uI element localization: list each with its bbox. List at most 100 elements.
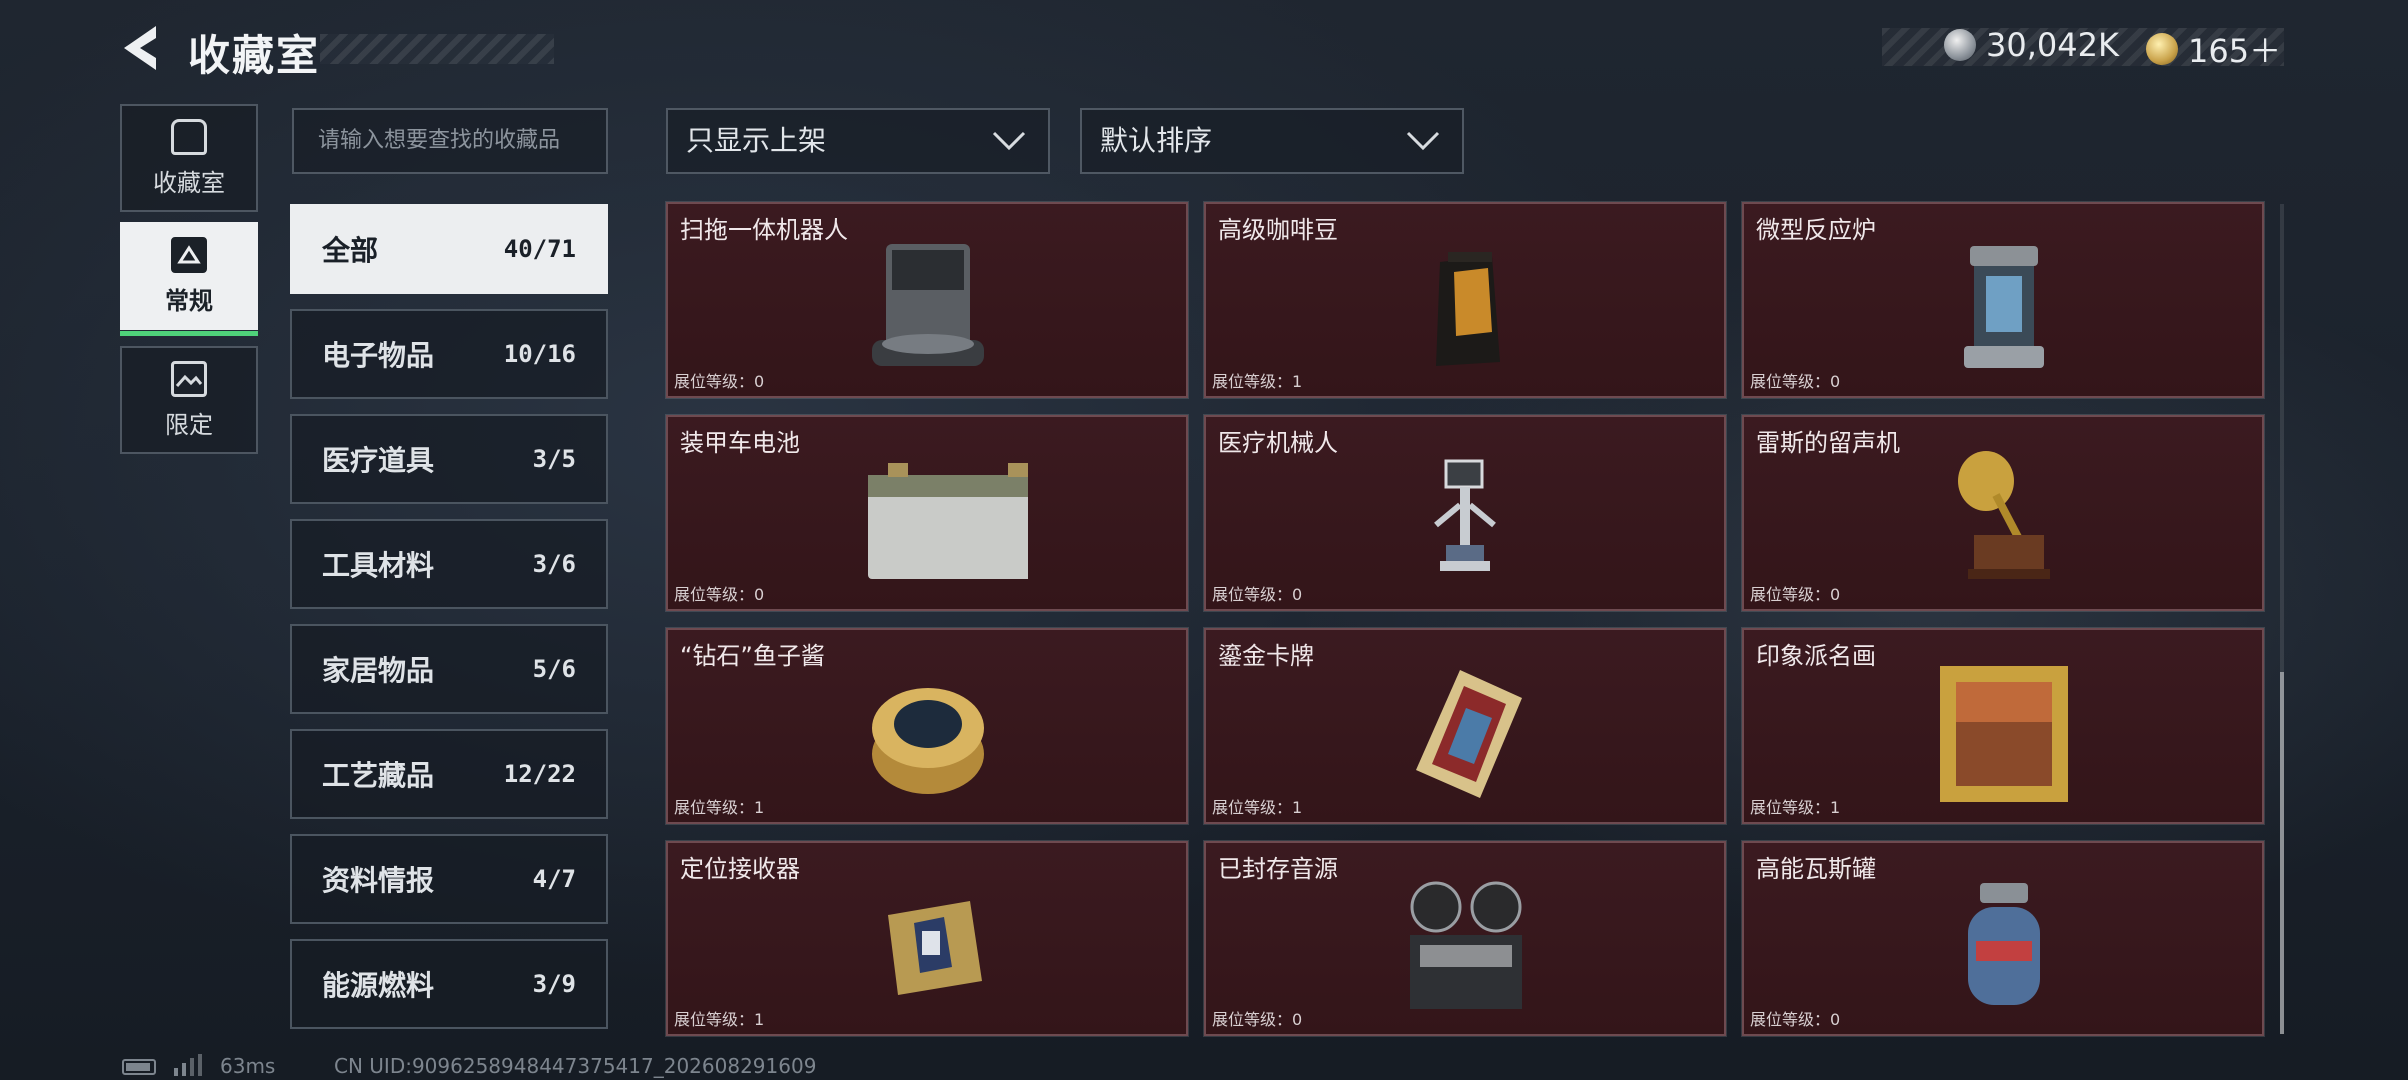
category-name: 电子物品	[322, 339, 435, 372]
category-name: 能源燃料	[322, 969, 435, 1002]
robot-vacuum-icon	[872, 244, 984, 366]
reactor-icon	[1964, 246, 2044, 368]
item-card[interactable]: “钻石”鱼子酱 展位等级：1	[665, 627, 1189, 825]
item-level: 展位等级：1	[1212, 798, 1303, 817]
item-level: 展位等级：1	[674, 1010, 765, 1029]
category-name: 家居物品	[322, 654, 435, 687]
side-tab-label: 收藏室	[153, 168, 225, 197]
ping-text: 63ms	[220, 1054, 276, 1078]
gold-coin-icon	[2146, 33, 2178, 65]
category-crafts[interactable]: 工艺藏品 12/22	[290, 729, 608, 819]
category-electronics[interactable]: 电子物品 10/16	[290, 309, 608, 399]
category-count: 4/7	[532, 865, 576, 893]
item-card[interactable]: 定位接收器 展位等级：1	[665, 840, 1189, 1037]
category-energy[interactable]: 能源燃料 3/9	[290, 939, 608, 1029]
currency-gold-value: 165＋	[2188, 32, 2282, 70]
item-name: 扫拖一体机器人	[680, 216, 848, 244]
item-card[interactable]: 印象派名画 展位等级：1	[1741, 627, 2265, 825]
back-arrow-icon	[124, 26, 156, 70]
category-name: 医疗道具	[322, 444, 435, 477]
picture-icon	[171, 360, 207, 397]
search-input[interactable]: 请输入想要查找的收藏品	[292, 108, 608, 174]
category-count: 10/16	[503, 340, 576, 368]
item-name: 雷斯的留声机	[1756, 429, 1900, 457]
item-name: 印象派名画	[1756, 642, 1876, 670]
grid-scrollbar-thumb[interactable]	[2280, 672, 2284, 1034]
category-name: 全部	[322, 234, 379, 267]
back-button[interactable]	[116, 20, 172, 76]
medical-robot-icon	[1434, 459, 1496, 571]
item-card[interactable]: 高级咖啡豆 展位等级：1	[1203, 201, 1727, 399]
item-level: 展位等级：1	[1750, 798, 1841, 817]
battery-icon	[868, 463, 1028, 579]
framed-painting-icon	[1940, 666, 2068, 802]
item-card[interactable]: 医疗机械人 展位等级：0	[1203, 414, 1727, 612]
item-name: 定位接收器	[680, 855, 800, 883]
gas-canister-icon	[1968, 883, 2040, 1005]
category-count: 40/71	[503, 235, 576, 263]
currency-silver-value: 30,042K	[1986, 26, 2119, 64]
side-tab-label: 常规	[165, 286, 213, 315]
item-level: 展位等级：0	[674, 585, 765, 604]
item-card[interactable]: 装甲车电池 展位等级：0	[665, 414, 1189, 612]
item-level: 展位等级：0	[1212, 585, 1303, 604]
category-count: 5/6	[532, 655, 576, 683]
signal-icon	[174, 1054, 202, 1076]
category-count: 3/6	[532, 550, 576, 578]
tape-recorder-icon	[1410, 881, 1522, 1009]
page-title: 收藏室	[188, 31, 321, 80]
item-level: 展位等级：1	[1212, 372, 1303, 391]
side-tab-regular[interactable]: 常规	[120, 222, 258, 336]
side-tab-limited[interactable]: 限定	[120, 346, 258, 454]
item-card[interactable]: 鎏金卡牌 展位等级：1	[1203, 627, 1727, 825]
item-level: 展位等级：0	[1750, 1010, 1841, 1029]
filter-dropdown[interactable]: 只显示上架	[666, 108, 1050, 174]
category-tools[interactable]: 工具材料 3/6	[290, 519, 608, 609]
side-tab-label: 限定	[165, 410, 213, 439]
chevron-down-icon	[992, 131, 1026, 151]
item-name: 装甲车电池	[680, 429, 800, 457]
category-count: 3/5	[532, 445, 576, 473]
currency-gold[interactable]: 165＋	[2146, 26, 2281, 72]
item-card[interactable]: 高能瓦斯罐 展位等级：0	[1741, 840, 2265, 1037]
item-level: 展位等级：0	[674, 372, 765, 391]
coffee-bag-icon	[1436, 252, 1500, 366]
title-decoration	[320, 34, 554, 64]
item-name: 已封存音源	[1218, 855, 1338, 883]
caviar-tin-icon	[872, 688, 984, 794]
filter-dropdown-label: 只显示上架	[686, 124, 827, 157]
category-name: 工艺藏品	[322, 759, 435, 792]
category-all[interactable]: 全部 40/71	[290, 204, 608, 294]
item-card[interactable]: 微型反应炉 展位等级：0	[1741, 201, 2265, 399]
currency-silver[interactable]: 30,042K	[1944, 26, 2119, 64]
item-level: 展位等级：0	[1750, 585, 1841, 604]
item-card[interactable]: 已封存音源 展位等级：0	[1203, 840, 1727, 1037]
sort-dropdown-label: 默认排序	[1100, 124, 1213, 157]
category-name: 资料情报	[322, 864, 435, 897]
item-name: 高能瓦斯罐	[1756, 855, 1876, 883]
item-name: 医疗机械人	[1218, 429, 1338, 457]
uid-text: CN UID:9096258948447375417_202608291609	[334, 1054, 817, 1078]
category-count: 12/22	[503, 760, 576, 788]
gps-receiver-icon	[888, 901, 982, 995]
category-home[interactable]: 家居物品 5/6	[290, 624, 608, 714]
gramophone-icon	[1958, 451, 2050, 579]
item-level: 展位等级：1	[674, 798, 765, 817]
silver-coin-icon	[1944, 29, 1976, 61]
gold-card-icon	[1416, 670, 1522, 798]
category-intel[interactable]: 资料情报 4/7	[290, 834, 608, 924]
side-tab-vault[interactable]: 收藏室	[120, 104, 258, 212]
battery-icon	[122, 1059, 156, 1075]
category-medical[interactable]: 医疗道具 3/5	[290, 414, 608, 504]
item-name: 高级咖啡豆	[1218, 216, 1338, 244]
item-level: 展位等级：0	[1750, 372, 1841, 391]
vault-icon	[171, 118, 207, 155]
item-name: 鎏金卡牌	[1218, 642, 1314, 670]
item-name: 微型反应炉	[1756, 216, 1876, 244]
item-card[interactable]: 雷斯的留声机 展位等级：0	[1741, 414, 2265, 612]
chevron-down-icon	[1406, 131, 1440, 151]
item-card[interactable]: 扫拖一体机器人 展位等级：0	[665, 201, 1189, 399]
item-name: “钻石”鱼子酱	[680, 642, 825, 670]
sort-dropdown[interactable]: 默认排序	[1080, 108, 1464, 174]
category-count: 3/9	[532, 970, 576, 998]
